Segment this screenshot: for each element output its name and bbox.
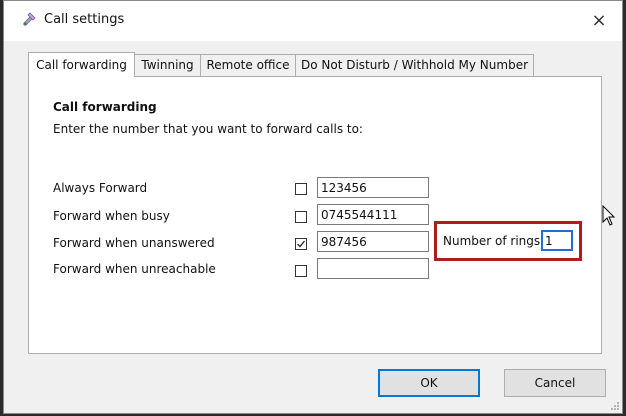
number-of-rings-label: Number of rings: [443, 234, 541, 248]
tab-remote-office[interactable]: Remote office: [200, 54, 296, 76]
close-icon: ×: [591, 10, 607, 31]
forward-when-unanswered-checkbox[interactable]: [295, 238, 307, 250]
always-forward-checkbox[interactable]: [295, 183, 307, 195]
tab-label: Twinning: [141, 58, 194, 72]
tab-label: Do Not Disturb / Withhold My Number: [300, 58, 529, 72]
tab-label: Remote office: [206, 58, 290, 72]
window-title: Call settings: [44, 12, 125, 27]
tab-twinning[interactable]: Twinning: [134, 54, 201, 76]
always-forward-label: Always Forward: [53, 181, 148, 195]
satellite-icon: [21, 11, 37, 27]
forward-when-busy-checkbox[interactable]: [295, 211, 307, 223]
title-bar: Call settings ×: [4, 1, 622, 41]
forward-when-busy-label: Forward when busy: [53, 209, 170, 223]
resize-grip-icon[interactable]: [610, 401, 620, 411]
forward-when-busy-number-input[interactable]: [317, 204, 429, 225]
forward-when-unanswered-label: Forward when unanswered: [53, 236, 215, 250]
section-title: Call forwarding: [53, 100, 157, 114]
call-forwarding-panel: Call forwarding Enter the number that yo…: [28, 76, 602, 354]
forward-when-unanswered-number-input[interactable]: [317, 231, 429, 252]
tab-do-not-disturb[interactable]: Do Not Disturb / Withhold My Number: [295, 54, 534, 76]
tab-call-forwarding[interactable]: Call forwarding: [28, 52, 135, 77]
call-settings-dialog: Call settings × Call forwarding Twinning…: [3, 0, 623, 414]
forward-when-unreachable-label: Forward when unreachable: [53, 262, 216, 276]
instruction-text: Enter the number that you want to forwar…: [53, 122, 363, 136]
mouse-cursor-icon: [602, 205, 616, 226]
checkmark-icon: [297, 240, 306, 248]
forward-when-unreachable-checkbox[interactable]: [295, 265, 307, 277]
ok-button[interactable]: OK: [378, 369, 480, 397]
tab-label: Call forwarding: [36, 58, 127, 72]
always-forward-number-input[interactable]: [317, 177, 429, 198]
cancel-button[interactable]: Cancel: [504, 369, 606, 397]
number-of-rings-input[interactable]: [541, 230, 573, 251]
number-of-rings-highlight: Number of rings: [434, 221, 582, 261]
close-button[interactable]: ×: [576, 1, 622, 41]
forward-when-unreachable-number-input[interactable]: [317, 258, 429, 279]
